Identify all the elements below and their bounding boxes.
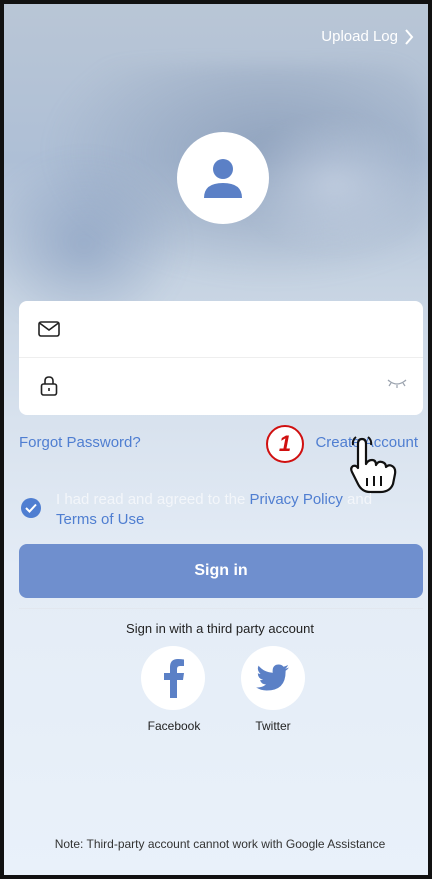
chevron-right-icon [405,28,414,45]
login-screen: Upload Log Forgot Password? Create Accou… [0,0,432,879]
email-row [19,301,423,358]
login-card [19,301,423,415]
user-icon [204,159,242,198]
facebook-label: Facebook [147,719,201,733]
sign-in-button[interactable]: Sign in [19,544,423,598]
facebook-button[interactable] [141,646,205,710]
eye-closed-icon[interactable] [387,376,407,395]
forgot-password-link[interactable]: Forgot Password? [19,434,141,451]
agreement-checkbox[interactable] [21,498,41,518]
third-party-note: Note: Third-party account cannot work wi… [54,837,386,851]
upload-log-link[interactable]: Upload Log [321,28,414,45]
twitter-button[interactable] [241,646,305,710]
twitter-label: Twitter [255,719,291,733]
facebook-icon [164,659,184,698]
twitter-icon [256,664,289,691]
upload-log-label: Upload Log [321,28,398,45]
email-field[interactable] [73,319,423,339]
agreement-prefix: I had read and agreed to the [56,491,250,508]
agreement-text: I had read and agreed to the Privacy Pol… [56,490,401,510]
lock-icon [37,374,61,398]
agreement-and: and [342,491,373,508]
third-party-heading: Sign in with a third party account [126,621,314,636]
avatar [177,132,269,224]
password-row [19,358,423,414]
agreement-row: I had read and agreed to the Privacy Pol… [21,490,401,530]
step-badge: 1 [266,425,304,463]
check-icon [25,503,37,513]
privacy-policy-link[interactable]: Privacy Policy [249,491,342,508]
divider [19,608,423,609]
terms-line: Terms of Use [56,510,401,530]
password-field[interactable] [73,376,423,396]
mail-icon [37,317,61,341]
terms-of-use-link[interactable]: Terms of Use [56,511,144,528]
